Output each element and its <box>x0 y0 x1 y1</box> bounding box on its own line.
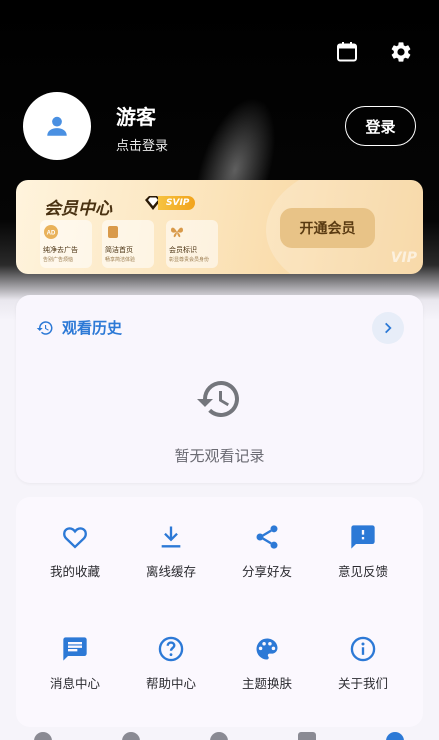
perk-title: 简洁首页 <box>105 246 133 254</box>
svip-badge: SVIP <box>144 195 196 211</box>
info-icon <box>350 636 376 662</box>
nav-discover-icon[interactable] <box>122 732 140 740</box>
perk-title: 会员标识 <box>169 246 197 254</box>
feature-grid: 我的收藏 离线缓存 分享好友 意见反馈 消息中心 帮助中心 主题换肤 关于我们 <box>16 497 423 727</box>
grid-item-feedback[interactable]: 意见反馈 <box>315 523 411 593</box>
empty-history-text: 暂无观看记录 <box>174 447 265 465</box>
help-icon <box>158 636 184 662</box>
grid-item-label: 意见反馈 <box>337 564 388 579</box>
grid-item-offline-cache[interactable]: 离线缓存 <box>123 523 219 593</box>
history-header[interactable]: 观看历史 <box>36 317 122 338</box>
nav-home-icon[interactable] <box>34 732 52 740</box>
grid-item-about[interactable]: 关于我们 <box>315 635 411 705</box>
perk-subtitle: 彰显尊贵会员身份 <box>169 257 210 263</box>
gear-icon[interactable] <box>389 40 413 64</box>
grid-item-label: 主题换肤 <box>241 676 292 691</box>
download-icon <box>161 526 181 548</box>
vip-watermark: VIP <box>390 250 417 266</box>
grid-item-messages[interactable]: 消息中心 <box>27 635 123 705</box>
history-title: 观看历史 <box>62 319 123 337</box>
person-icon <box>47 116 67 136</box>
open-vip-button[interactable]: 开通会员 <box>280 208 375 248</box>
heart-icon <box>63 527 87 549</box>
avatar[interactable] <box>23 92 91 160</box>
grid-item-label: 离线缓存 <box>145 564 196 579</box>
perk-title: 纯净去广告 <box>43 246 78 254</box>
grid-item-help[interactable]: 帮助中心 <box>123 635 219 705</box>
perk-member-badge: 会员标识 彰显尊贵会员身份 <box>166 220 218 268</box>
palette-icon <box>256 638 278 660</box>
watch-history-card: 观看历史 暂无观看记录 <box>16 295 423 483</box>
feedback-icon <box>351 525 375 549</box>
grid-item-label: 关于我们 <box>337 676 388 691</box>
nav-profile-icon[interactable] <box>386 732 404 740</box>
vip-title: 会员中心 <box>44 199 112 219</box>
history-icon <box>36 320 53 335</box>
vip-center-card[interactable]: 会员中心 SVIP AD 纯净去广告 告别广告烦恼 简洁首页 畅享简洁体验 会员… <box>16 180 423 274</box>
chevron-right-icon <box>385 322 392 334</box>
share-icon <box>256 525 278 549</box>
nav-star-icon[interactable] <box>210 732 228 740</box>
perk-no-ads: AD 纯净去广告 告别广告烦恼 <box>40 220 92 268</box>
message-icon <box>63 637 87 661</box>
grid-item-share[interactable]: 分享好友 <box>219 523 315 593</box>
login-button[interactable]: 登录 <box>345 106 416 146</box>
calendar-icon[interactable] <box>335 40 359 64</box>
grid-item-label: 消息中心 <box>49 676 100 691</box>
svip-tag: SVIP <box>158 196 196 210</box>
empty-history-icon <box>195 375 243 427</box>
home-page-icon <box>108 226 118 238</box>
ad-icon: AD <box>44 225 58 239</box>
bottom-navigation <box>0 728 439 740</box>
grid-item-label: 我的收藏 <box>49 564 100 579</box>
grid-item-theme[interactable]: 主题换肤 <box>219 635 315 705</box>
login-hint[interactable]: 点击登录 <box>116 135 168 154</box>
grid-item-label: 帮助中心 <box>145 676 196 691</box>
perk-subtitle: 告别广告烦恼 <box>43 257 74 263</box>
perk-simple-home: 简洁首页 畅享简洁体验 <box>102 220 154 268</box>
user-name: 游客 <box>116 105 156 129</box>
top-toolbar <box>335 40 413 64</box>
nav-library-icon[interactable] <box>298 732 316 740</box>
svg-text:AD: AD <box>47 231 56 237</box>
history-more-button[interactable] <box>372 312 404 344</box>
grid-item-label: 分享好友 <box>241 564 292 579</box>
grid-item-favorites[interactable]: 我的收藏 <box>27 523 123 593</box>
profile-section: 游客 点击登录 登录 <box>23 92 416 160</box>
perk-subtitle: 畅享简洁体验 <box>105 257 136 263</box>
butterfly-icon <box>171 227 183 238</box>
